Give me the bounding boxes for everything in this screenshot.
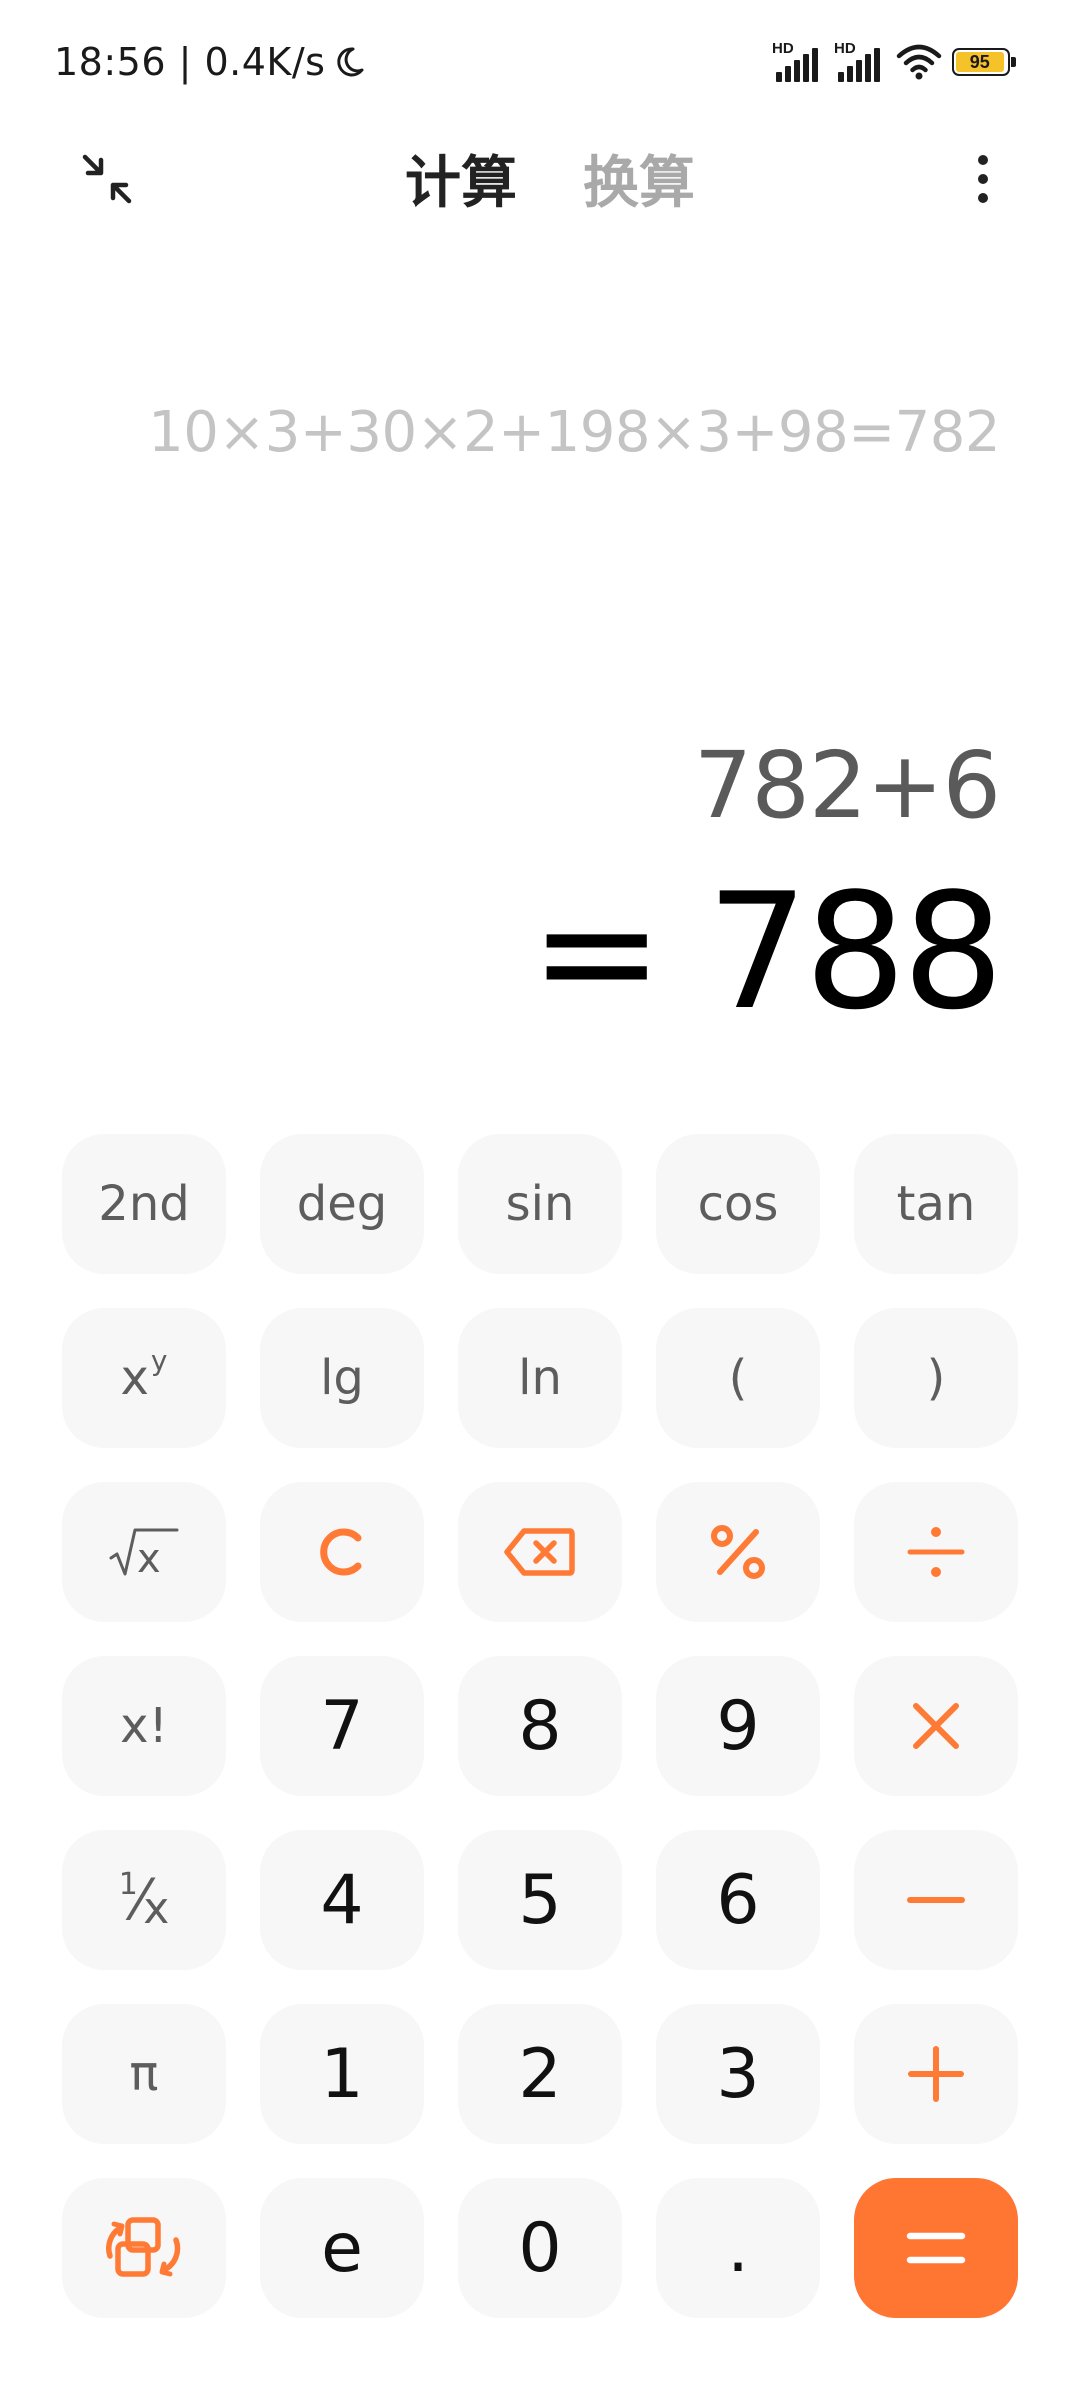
key-sin[interactable]: sin [458,1134,622,1274]
clear-c-icon [320,1528,362,1576]
battery-icon: 95 [952,46,1018,78]
key-tan[interactable]: tan [854,1134,1018,1274]
mode-tabs: 计算 换算 [0,138,1080,219]
multiply-icon [913,1703,959,1749]
key-2[interactable]: 2 [458,2004,622,2144]
key-9[interactable]: 9 [656,1656,820,1796]
signal-icon: HD [772,40,824,82]
percent-icon [711,1525,765,1579]
top-bar: 计算 换算 [0,124,1080,234]
key-ln[interactable]: ln [458,1308,622,1448]
key-percent[interactable] [656,1482,820,1622]
divide-icon [907,1527,965,1577]
key-1[interactable]: 1 [260,2004,424,2144]
key-6[interactable]: 6 [656,1830,820,1970]
current-expression: 782+6 [693,732,1001,839]
key-5[interactable]: 5 [458,1830,622,1970]
key-reciprocal-den: x [143,1882,170,1934]
key-sqrt[interactable]: x [62,1482,226,1622]
key-power-exponent: y [150,1343,168,1377]
sqrt-icon: x [109,1528,179,1580]
key-lg[interactable]: lg [260,1308,424,1448]
result-display: = 788 [529,858,1004,1045]
more-vertical-icon [978,155,988,165]
key-e[interactable]: e [260,2178,424,2318]
key-reciprocal-num: 1 [118,1866,138,1902]
more-options-button[interactable] [950,146,1016,212]
key-sqrt-x: x [137,1536,161,1580]
key-7[interactable]: 7 [260,1656,424,1796]
key-plus[interactable] [854,2004,1018,2144]
key-2nd[interactable]: 2nd [62,1134,226,1274]
key-divide[interactable] [854,1482,1018,1622]
history-expression[interactable]: 10×3+30×2+198×3+98=782 [148,400,1000,465]
key-dot[interactable]: . [656,2178,820,2318]
key-switch-mode[interactable] [62,2178,226,2318]
calculator-screen: 18:56 | 0.4K/s HD HD 95 计算 换算 10×3+30×2+… [0,0,1080,2400]
key-clear[interactable] [260,1482,424,1622]
plus-icon [908,2046,964,2102]
key-pi[interactable]: π [62,2004,226,2144]
key-reciprocal[interactable]: 1 ⁄ x [62,1830,226,1970]
key-3[interactable]: 3 [656,2004,820,2144]
key-open-paren[interactable]: ( [656,1308,820,1448]
key-8[interactable]: 8 [458,1656,622,1796]
key-power-base: x [120,1350,149,1406]
tab-convert[interactable]: 换算 [583,138,695,219]
key-equals[interactable] [854,2178,1018,2318]
battery-level: 95 [956,52,1004,72]
equals-icon [906,2232,966,2264]
key-deg[interactable]: deg [260,1134,424,1274]
backspace-icon [504,1528,575,1576]
tab-calculate[interactable]: 计算 [405,138,517,219]
key-close-paren[interactable]: ) [854,1308,1018,1448]
key-power[interactable]: xy [62,1308,226,1448]
status-right: HD HD 95 [772,36,1018,88]
signal-icon: HD [834,40,886,82]
keypad: 2nd deg sin cos tan xy lg ln ( ) x x! 7 … [62,1134,1020,2318]
status-left: 18:56 | 0.4K/s [54,36,367,88]
key-factorial[interactable]: x! [62,1656,226,1796]
key-multiply[interactable] [854,1656,1018,1796]
key-minus[interactable] [854,1830,1018,1970]
wifi-icon [896,44,942,80]
switch-mode-icon [106,2217,181,2277]
key-4[interactable]: 4 [260,1830,424,1970]
key-backspace[interactable] [458,1482,622,1622]
key-0[interactable]: 0 [458,2178,622,2318]
minus-icon [907,1897,965,1903]
status-bar: 18:56 | 0.4K/s HD HD 95 [0,0,1080,124]
status-time-speed: 18:56 | 0.4K/s [54,40,326,84]
moon-icon [337,47,364,77]
key-cos[interactable]: cos [656,1134,820,1274]
